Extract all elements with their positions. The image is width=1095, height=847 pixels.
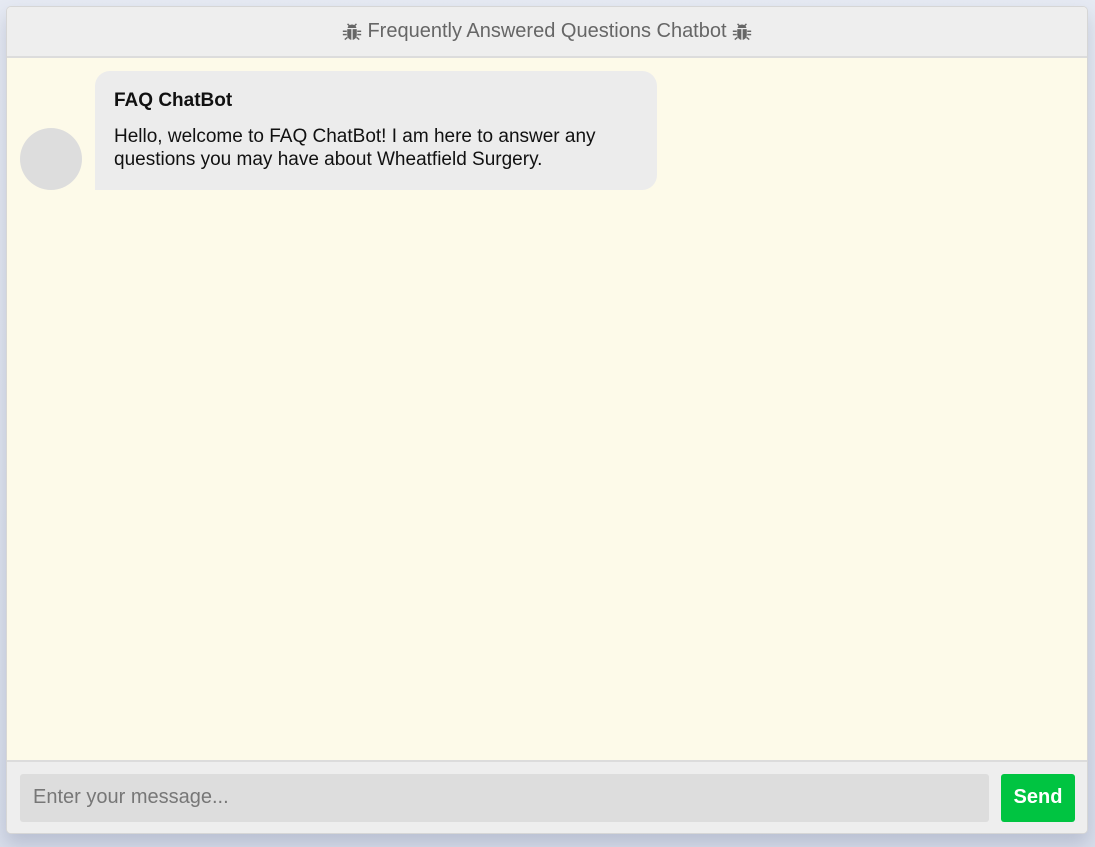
bug-icon bbox=[731, 21, 753, 43]
message-input-area: Send bbox=[7, 760, 1087, 833]
message-item: FAQ ChatBot Hello, welcome to FAQ ChatBo… bbox=[20, 71, 1074, 190]
bug-icon bbox=[341, 21, 363, 43]
message-input[interactable] bbox=[20, 773, 989, 822]
chat-title: Frequently Answered Questions Chatbot bbox=[367, 20, 727, 42]
chat-window: Frequently Answered Questions Chatbot FA… bbox=[6, 6, 1088, 834]
avatar bbox=[20, 128, 82, 190]
message-sender: FAQ ChatBot bbox=[114, 90, 233, 111]
message-text: Hello, welcome to FAQ ChatBot! I am here… bbox=[114, 126, 596, 170]
message-list[interactable]: FAQ ChatBot Hello, welcome to FAQ ChatBo… bbox=[7, 58, 1087, 760]
message-bubble: FAQ ChatBot Hello, welcome to FAQ ChatBo… bbox=[95, 71, 657, 190]
send-button[interactable]: Send bbox=[1001, 773, 1075, 822]
chat-header: Frequently Answered Questions Chatbot bbox=[7, 7, 1087, 58]
